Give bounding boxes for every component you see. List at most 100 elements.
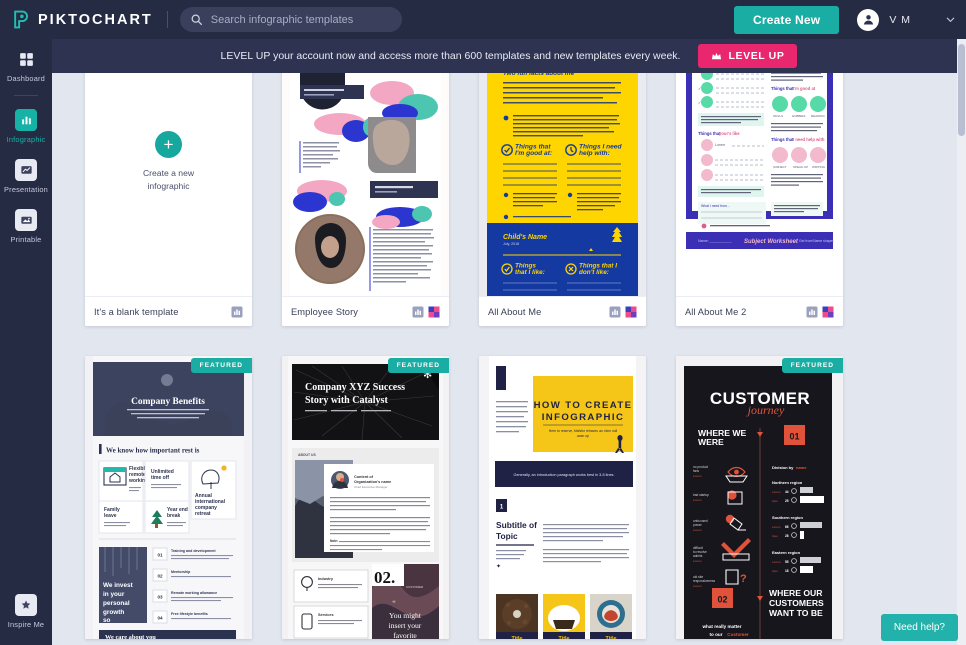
sidebar-divider xyxy=(14,95,38,96)
svg-text:your's like: your's like xyxy=(719,131,740,136)
svg-text:We care about you: We care about you xyxy=(105,634,156,639)
svg-text:personal: personal xyxy=(103,600,130,607)
svg-text:Ipsu: Ipsu xyxy=(772,499,778,503)
svg-text:Ipsu: Ipsu xyxy=(772,534,778,538)
svg-text:Things that: Things that xyxy=(771,86,794,91)
svg-text:CUSTOMERS: CUSTOMERS xyxy=(769,598,824,608)
template-card-footer: Employee Story xyxy=(282,296,449,326)
template-card-footer: All About Me xyxy=(479,296,646,326)
svg-text:?: ? xyxy=(740,573,747,585)
svg-text:Chief Executive Manager: Chief Executive Manager xyxy=(354,485,388,489)
svg-text:03: 03 xyxy=(157,595,163,600)
svg-text:HOBBIES: HOBBIES xyxy=(792,114,805,118)
template-thumbnail: Two fun facts about me Things that I'm g… xyxy=(479,73,646,296)
sidebar-item-infographic[interactable]: Infographic xyxy=(0,100,52,150)
svg-text:Company Benefits: Company Benefits xyxy=(131,397,205,407)
templates-scroll-area[interactable]: + Create a new infographic It's a blank … xyxy=(52,73,966,645)
svg-text:Title: Title xyxy=(606,636,617,639)
avatar[interactable] xyxy=(857,8,880,31)
template-card-customer-journey[interactable]: FEATURED CUSTOMER journey WHERE WE WERE … xyxy=(676,356,843,639)
sidebar-item-inspire-me[interactable]: Inspire Me xyxy=(0,585,52,635)
svg-text:help with:: help with: xyxy=(579,150,610,157)
header-divider xyxy=(166,11,168,28)
level-up-button[interactable]: LEVEL UP xyxy=(698,44,798,68)
color-palette-badge-icon xyxy=(625,306,637,318)
level-up-promo-bar: LEVEL UP your account now and access mor… xyxy=(52,39,966,73)
template-badges xyxy=(806,306,834,318)
svg-text:break: break xyxy=(167,513,181,519)
svg-text:SPEAK-UP: SPEAK-UP xyxy=(793,165,808,169)
template-card-blank[interactable]: + Create a new infographic It's a blank … xyxy=(85,73,252,326)
featured-badge: FEATURED xyxy=(387,358,449,373)
search-input[interactable]: Search infographic templates xyxy=(179,7,402,32)
svg-text:Organization's name: Organization's name xyxy=(354,480,391,484)
template-card-all-about-me-2[interactable]: ✓ ✓ Things that your's like Lorem Things… xyxy=(676,73,843,326)
svg-text:Subtitle of: Subtitle of xyxy=(496,520,537,530)
svg-text:“: “ xyxy=(392,599,396,608)
svg-text:Lorem: Lorem xyxy=(693,474,702,478)
svg-text:18: 18 xyxy=(785,569,789,573)
template-card-all-about-me[interactable]: Two fun facts about me Things that I'm g… xyxy=(479,73,646,326)
svg-text:insert your: insert your xyxy=(389,621,422,630)
create-new-button[interactable]: Create New xyxy=(733,5,840,34)
svg-text:WHERE OUR: WHERE OUR xyxy=(769,588,823,598)
svg-text:Division by: Division by xyxy=(772,465,794,470)
template-badges xyxy=(609,306,637,318)
template-title: It's a blank template xyxy=(94,306,179,317)
template-card-how-to-create-infographic[interactable]: HOW TO CREATE INFOGRAPHIC Here to reserv… xyxy=(479,356,646,639)
svg-text:fans: fans xyxy=(693,469,699,473)
sidebar-item-printable[interactable]: Printable xyxy=(0,200,52,250)
sidebar-item-presentation[interactable]: Presentation xyxy=(0,150,52,200)
color-palette-badge-icon xyxy=(428,306,440,318)
svg-text:We know how important rest is: We know how important rest is xyxy=(106,447,200,455)
template-title: Employee Story xyxy=(291,306,359,317)
svg-text:Lorem: Lorem xyxy=(693,584,702,588)
svg-text:what really matter: what really matter xyxy=(701,624,741,629)
brand-name: PIKTOCHART xyxy=(38,11,153,28)
svg-text:Lorem: Lorem xyxy=(772,490,781,494)
svg-text:01: 01 xyxy=(157,553,163,558)
svg-text:to our: to our xyxy=(709,632,722,637)
header-actions: Create New V M xyxy=(733,5,956,34)
left-sidebar: Dashboard Infographic Presentation Print… xyxy=(0,39,52,645)
svg-text:28: 28 xyxy=(785,534,789,538)
svg-text:journey: journey xyxy=(746,403,785,417)
svg-text:You might: You might xyxy=(389,611,422,620)
svg-text:Subject Worksheet: Subject Worksheet xyxy=(744,239,799,245)
svg-text:Things that: Things that xyxy=(771,137,794,142)
infographic-badge-icon xyxy=(806,306,818,318)
svg-text:don't like:: don't like: xyxy=(579,269,609,276)
svg-text:time off: time off xyxy=(151,475,169,481)
svg-text:Topic: Topic xyxy=(496,531,518,541)
brand-logo[interactable]: PIKTOCHART xyxy=(12,10,153,29)
template-card-employee-story[interactable]: Employee Story xyxy=(282,73,449,326)
star-icon xyxy=(15,594,37,616)
svg-text:55: 55 xyxy=(785,560,789,564)
svg-text:Northern region: Northern region xyxy=(772,480,803,485)
svg-text:leave: leave xyxy=(104,513,117,519)
svg-text:SKILLS: SKILLS xyxy=(773,114,783,118)
template-card-company-benefits[interactable]: FEATURED Company Benefits We know how im… xyxy=(85,356,252,639)
svg-text:favorite: favorite xyxy=(393,631,417,639)
svg-text:growth: growth xyxy=(103,609,124,616)
svg-text:02.: 02. xyxy=(374,568,395,587)
svg-text:Lorem: Lorem xyxy=(693,559,702,563)
need-help-button[interactable]: Need help? xyxy=(880,614,958,641)
create-new-infographic-label: Create a new infographic xyxy=(142,168,195,191)
svg-text:Name: ___________: Name: ___________ xyxy=(698,239,733,243)
sidebar-item-dashboard[interactable]: Dashboard xyxy=(0,39,52,89)
template-card-company-xyz-success-story[interactable]: FEATURED ✻ Company XYZ Success Story wit… xyxy=(282,356,449,639)
template-thumbnail: CUSTOMER journey WHERE WE WERE 01 no pro… xyxy=(676,356,843,639)
svg-text:What I need from...: What I need from... xyxy=(701,204,730,208)
svg-text:retreat: retreat xyxy=(195,511,211,517)
svg-text:Lorem: Lorem xyxy=(693,498,702,502)
svg-text:WERE: WERE xyxy=(698,437,724,447)
svg-text:Ipsu: Ipsu xyxy=(772,569,778,573)
search-placeholder: Search infographic templates xyxy=(210,13,354,26)
chevron-down-icon[interactable] xyxy=(945,14,956,25)
infographic-badge-icon xyxy=(412,306,424,318)
page-scrollbar-thumb[interactable] xyxy=(958,44,965,136)
svg-text:July, 2018: July, 2018 xyxy=(503,242,519,246)
svg-text:✦: ✦ xyxy=(496,563,501,570)
svg-text:Lorem: Lorem xyxy=(715,143,725,147)
